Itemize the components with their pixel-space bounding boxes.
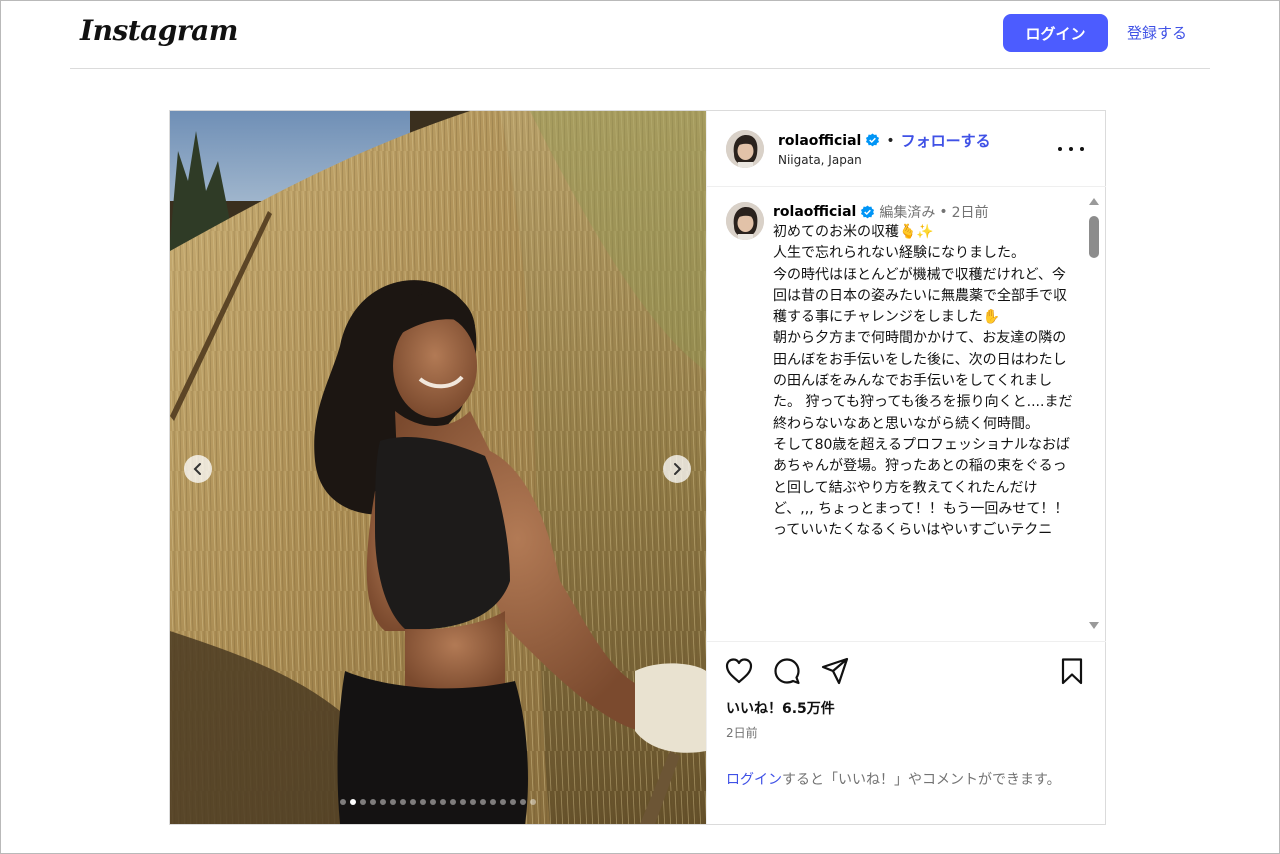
like-count[interactable]: いいね！6.5万件 [726, 698, 835, 718]
chevron-right-icon [674, 463, 682, 475]
edited-label: 編集済み [879, 205, 936, 221]
carousel-dot [370, 799, 376, 805]
caption-author: rolaofficial 編集済み • 2日前 [773, 202, 989, 222]
carousel-dot [390, 799, 396, 805]
login-prompt-text: すると「いいね！」やコメントができます。 [782, 772, 1061, 788]
carousel-dot [510, 799, 516, 805]
carousel-dot [490, 799, 496, 805]
more-options-icon[interactable] [1058, 139, 1084, 159]
caption-section: rolaofficial 編集済み • 2日前 初めてのお米の収穫🫰✨ 人生で忘… [707, 188, 1106, 642]
carousel-dot [450, 799, 456, 805]
login-button[interactable]: ログイン [1003, 14, 1108, 52]
carousel-dot [360, 799, 366, 805]
scroll-down-arrow-icon[interactable] [1089, 622, 1099, 629]
login-prompt-link[interactable]: ログイン [726, 772, 782, 788]
top-navigation-bar: Instagram ログイン 登録する [70, 0, 1210, 69]
post-media[interactable] [170, 111, 706, 824]
carousel-dot [460, 799, 466, 805]
carousel-dot [430, 799, 436, 805]
caption-text: 初めてのお米の収穫🫰✨ 人生で忘れられない経験になりました。 今の時代はほとんど… [773, 224, 1073, 539]
comment-icon[interactable] [772, 656, 802, 686]
avatar-image [726, 130, 764, 168]
carousel-dot [410, 799, 416, 805]
follow-button[interactable]: フォローする [901, 130, 991, 151]
carousel-dot [520, 799, 526, 805]
signup-link[interactable]: 登録する [1127, 22, 1187, 43]
carousel-indicator [170, 799, 706, 805]
carousel-dot [530, 799, 536, 805]
carousel-dot [480, 799, 486, 805]
post-photo [170, 111, 706, 824]
next-slide-button[interactable] [663, 455, 691, 483]
carousel-dot [470, 799, 476, 805]
previous-slide-button[interactable] [184, 455, 212, 483]
carousel-dot [420, 799, 426, 805]
verified-badge-icon [866, 133, 880, 147]
carousel-dot [340, 799, 346, 805]
author-username[interactable]: rolaofficial [778, 133, 861, 149]
scroll-up-arrow-icon[interactable] [1089, 198, 1099, 205]
post-location[interactable]: Niigata, Japan [778, 153, 862, 167]
carousel-dot [500, 799, 506, 805]
avatar-image [726, 202, 764, 240]
carousel-dot [440, 799, 446, 805]
post-container: rolaofficial • フォローする Niigata, Japan rol… [169, 110, 1106, 825]
scroll-thumb[interactable] [1089, 216, 1099, 258]
post-author: rolaofficial • フォローする [778, 130, 991, 151]
bookmark-icon[interactable] [1057, 656, 1087, 686]
meta-separator: • [939, 204, 948, 220]
caption-scrollbar[interactable] [1087, 194, 1101, 634]
caption-username[interactable]: rolaofficial [773, 204, 856, 220]
caption-time[interactable]: 2日前 [952, 202, 989, 222]
share-icon[interactable] [820, 656, 850, 686]
avatar[interactable] [726, 130, 764, 168]
like-heart-icon[interactable] [724, 656, 754, 686]
header-separator: • [886, 132, 895, 149]
instagram-logo[interactable]: Instagram [80, 14, 238, 47]
login-prompt: ログインすると「いいね！」やコメントができます。 [726, 769, 1086, 791]
post-date[interactable]: 2日前 [726, 724, 758, 741]
caption-avatar[interactable] [726, 202, 764, 240]
post-actions [707, 656, 1106, 692]
chevron-left-icon [193, 463, 201, 475]
carousel-dot [350, 799, 356, 805]
carousel-dot [400, 799, 406, 805]
post-side-panel: rolaofficial • フォローする Niigata, Japan rol… [706, 111, 1106, 824]
post-header: rolaofficial • フォローする Niigata, Japan [707, 111, 1106, 187]
carousel-dot [380, 799, 386, 805]
verified-badge-icon [861, 204, 875, 218]
